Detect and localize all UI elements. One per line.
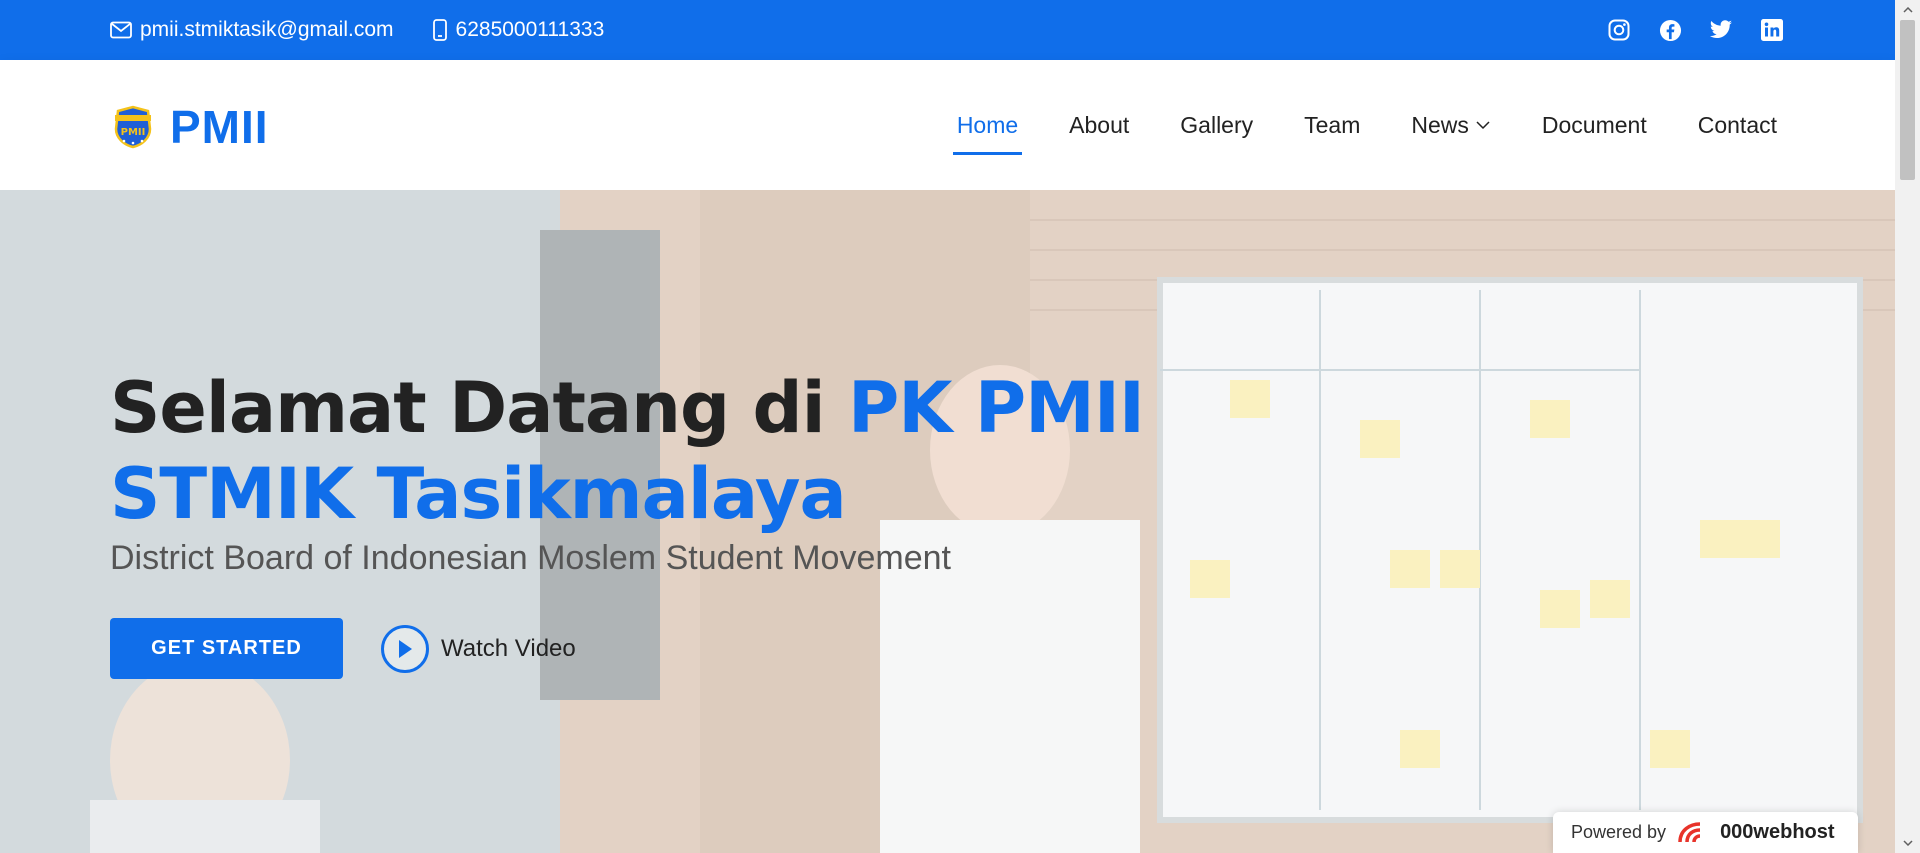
watch-video-button[interactable]: Watch Video bbox=[381, 624, 576, 673]
email-text: pmii.stmiktasik@gmail.com bbox=[140, 18, 394, 41]
facebook-icon[interactable] bbox=[1657, 17, 1683, 43]
scroll-up-arrow-icon[interactable] bbox=[1895, 0, 1920, 20]
linkedin-icon[interactable] bbox=[1759, 17, 1785, 43]
get-started-button[interactable]: GET STARTED bbox=[110, 618, 343, 679]
site-header: PMII PMII Home About Gallery Team News D… bbox=[0, 60, 1895, 190]
watch-video-label: Watch Video bbox=[441, 634, 576, 662]
nav-item-contact[interactable]: Contact bbox=[1698, 105, 1777, 145]
top-bar: pmii.stmiktasik@gmail.com 6285000111333 bbox=[0, 0, 1895, 60]
hero-title: Selamat Datang di PK PMII STMIK Tasikmal… bbox=[110, 365, 1410, 537]
hero-content: Selamat Datang di PK PMII STMIK Tasikmal… bbox=[110, 365, 1410, 679]
pmii-emblem-icon: PMII bbox=[114, 105, 152, 149]
twitter-icon[interactable] bbox=[1708, 17, 1734, 43]
logo-text: PMII bbox=[170, 101, 269, 153]
main-nav: Home About Gallery Team News Document Co… bbox=[906, 60, 1777, 190]
hero-title-plain: Selamat Datang di bbox=[110, 367, 848, 449]
email-link[interactable]: pmii.stmiktasik@gmail.com bbox=[110, 18, 394, 42]
powered-by-badge[interactable]: Powered by 000webhost bbox=[1553, 812, 1858, 853]
phone-text: 6285000111333 bbox=[455, 18, 605, 41]
powered-by-brand: 000webhost bbox=[1720, 821, 1835, 843]
site-logo[interactable]: PMII PMII bbox=[112, 100, 269, 154]
scroll-down-arrow-icon[interactable] bbox=[1895, 833, 1920, 853]
contact-info: pmii.stmiktasik@gmail.com 6285000111333 bbox=[110, 0, 642, 60]
nav-item-news-label: News bbox=[1411, 111, 1469, 138]
page-scrollbar[interactable] bbox=[1895, 0, 1920, 853]
powered-by-text: Powered by bbox=[1571, 822, 1667, 842]
nav-item-news[interactable]: News bbox=[1411, 105, 1491, 145]
hero-subtitle: District Board of Indonesian Moslem Stud… bbox=[110, 539, 951, 577]
nav-item-home[interactable]: Home bbox=[952, 105, 1023, 155]
phone-link[interactable]: 6285000111333 bbox=[432, 18, 605, 42]
play-circle-icon bbox=[381, 624, 429, 673]
hero-actions: GET STARTED Watch Video bbox=[110, 618, 1410, 679]
envelope-icon bbox=[110, 21, 132, 39]
nav-item-team[interactable]: Team bbox=[1304, 105, 1360, 145]
social-links bbox=[1581, 0, 1785, 60]
chevron-down-icon bbox=[1476, 121, 1490, 130]
phone-icon bbox=[432, 19, 447, 41]
emblem-text: PMII bbox=[121, 127, 146, 138]
hero-section: Selamat Datang di PK PMII STMIK Tasikmal… bbox=[0, 190, 1895, 853]
nav-item-about[interactable]: About bbox=[1069, 105, 1129, 145]
nav-item-gallery[interactable]: Gallery bbox=[1180, 105, 1253, 145]
nav-item-document[interactable]: Document bbox=[1542, 105, 1647, 145]
instagram-icon[interactable] bbox=[1606, 17, 1632, 43]
000webhost-logo-icon bbox=[1678, 821, 1701, 842]
scrollbar-thumb[interactable] bbox=[1900, 20, 1915, 180]
